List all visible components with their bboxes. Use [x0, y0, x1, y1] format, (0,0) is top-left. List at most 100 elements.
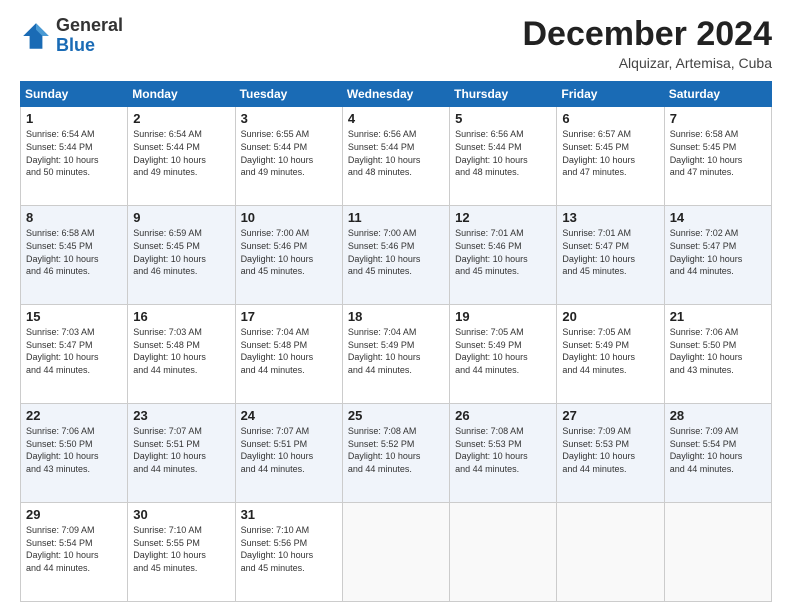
day-number: 10: [241, 210, 337, 225]
cell-line: Sunrise: 7:01 AM: [455, 227, 551, 240]
cell-content: Sunrise: 7:05 AMSunset: 5:49 PMDaylight:…: [562, 326, 658, 376]
table-cell: 4Sunrise: 6:56 AMSunset: 5:44 PMDaylight…: [342, 107, 449, 206]
cell-line: Sunrise: 6:54 AM: [133, 128, 229, 141]
cell-line: and 43 minutes.: [670, 364, 766, 377]
cell-line: and 45 minutes.: [133, 562, 229, 575]
cell-line: and 49 minutes.: [241, 166, 337, 179]
cell-content: Sunrise: 7:04 AMSunset: 5:48 PMDaylight:…: [241, 326, 337, 376]
table-cell: 9Sunrise: 6:59 AMSunset: 5:45 PMDaylight…: [128, 206, 235, 305]
cell-content: Sunrise: 6:58 AMSunset: 5:45 PMDaylight:…: [26, 227, 122, 277]
table-cell: 13Sunrise: 7:01 AMSunset: 5:47 PMDayligh…: [557, 206, 664, 305]
cell-line: and 43 minutes.: [26, 463, 122, 476]
cell-line: Sunrise: 7:06 AM: [670, 326, 766, 339]
cell-line: Daylight: 10 hours: [241, 450, 337, 463]
day-number: 16: [133, 309, 229, 324]
title-block: December 2024 Alquizar, Artemisa, Cuba: [522, 16, 772, 71]
day-number: 11: [348, 210, 444, 225]
cell-line: Daylight: 10 hours: [26, 549, 122, 562]
day-number: 8: [26, 210, 122, 225]
day-number: 3: [241, 111, 337, 126]
cell-line: and 47 minutes.: [562, 166, 658, 179]
cell-line: Daylight: 10 hours: [562, 253, 658, 266]
cell-line: Daylight: 10 hours: [133, 253, 229, 266]
cell-line: Daylight: 10 hours: [348, 253, 444, 266]
cell-line: Sunset: 5:50 PM: [26, 438, 122, 451]
cell-line: Sunrise: 6:57 AM: [562, 128, 658, 141]
cell-line: Daylight: 10 hours: [348, 450, 444, 463]
cell-line: Daylight: 10 hours: [26, 253, 122, 266]
table-cell: 31Sunrise: 7:10 AMSunset: 5:56 PMDayligh…: [235, 503, 342, 602]
cell-line: and 44 minutes.: [455, 364, 551, 377]
cell-line: Sunrise: 7:07 AM: [241, 425, 337, 438]
month-title: December 2024: [522, 16, 772, 53]
col-thursday: Thursday: [450, 82, 557, 107]
cell-line: Daylight: 10 hours: [348, 154, 444, 167]
location: Alquizar, Artemisa, Cuba: [522, 55, 772, 71]
day-number: 13: [562, 210, 658, 225]
cell-content: Sunrise: 7:06 AMSunset: 5:50 PMDaylight:…: [670, 326, 766, 376]
day-number: 1: [26, 111, 122, 126]
cell-line: Sunrise: 6:59 AM: [133, 227, 229, 240]
logo: General Blue: [20, 16, 123, 56]
col-saturday: Saturday: [664, 82, 771, 107]
cell-line: Daylight: 10 hours: [348, 351, 444, 364]
logo-general: General: [56, 15, 123, 35]
day-number: 15: [26, 309, 122, 324]
day-number: 29: [26, 507, 122, 522]
cell-line: Sunset: 5:52 PM: [348, 438, 444, 451]
calendar-header-row: Sunday Monday Tuesday Wednesday Thursday…: [21, 82, 772, 107]
cell-line: and 44 minutes.: [241, 364, 337, 377]
cell-line: Sunset: 5:55 PM: [133, 537, 229, 550]
cell-line: Daylight: 10 hours: [26, 450, 122, 463]
cell-content: Sunrise: 7:10 AMSunset: 5:56 PMDaylight:…: [241, 524, 337, 574]
cell-line: and 44 minutes.: [562, 364, 658, 377]
cell-line: Daylight: 10 hours: [670, 351, 766, 364]
day-number: 6: [562, 111, 658, 126]
table-cell: 16Sunrise: 7:03 AMSunset: 5:48 PMDayligh…: [128, 305, 235, 404]
cell-content: Sunrise: 6:55 AMSunset: 5:44 PMDaylight:…: [241, 128, 337, 178]
cell-line: and 44 minutes.: [670, 265, 766, 278]
table-cell: 19Sunrise: 7:05 AMSunset: 5:49 PMDayligh…: [450, 305, 557, 404]
cell-line: Sunrise: 6:58 AM: [670, 128, 766, 141]
cell-line: Daylight: 10 hours: [26, 154, 122, 167]
cell-line: and 45 minutes.: [562, 265, 658, 278]
day-number: 30: [133, 507, 229, 522]
cell-line: Sunset: 5:45 PM: [670, 141, 766, 154]
day-number: 26: [455, 408, 551, 423]
header: General Blue December 2024 Alquizar, Art…: [20, 16, 772, 71]
cell-line: Sunrise: 7:09 AM: [670, 425, 766, 438]
col-sunday: Sunday: [21, 82, 128, 107]
calendar: Sunday Monday Tuesday Wednesday Thursday…: [20, 81, 772, 602]
cell-content: Sunrise: 7:09 AMSunset: 5:53 PMDaylight:…: [562, 425, 658, 475]
table-cell: 15 Sunrise: 7:03 AMSunset: 5:47 PMDayligh…: [21, 305, 128, 404]
cell-content: Sunrise: 7:08 AMSunset: 5:53 PMDaylight:…: [455, 425, 551, 475]
cell-content: Sunrise: 6:56 AMSunset: 5:44 PMDaylight:…: [348, 128, 444, 178]
day-number: 7: [670, 111, 766, 126]
cell-content: Sunrise: 7:00 AMSunset: 5:46 PMDaylight:…: [241, 227, 337, 277]
cell-line: Daylight: 10 hours: [133, 450, 229, 463]
cell-content: Sunrise: 7:03 AMSunset: 5:47 PMDaylight:…: [26, 326, 122, 376]
cell-line: and 44 minutes.: [241, 463, 337, 476]
cell-line: Sunrise: 7:04 AM: [241, 326, 337, 339]
cell-line: and 50 minutes.: [26, 166, 122, 179]
cell-content: Sunrise: 6:54 AMSunset: 5:44 PMDaylight:…: [26, 128, 122, 178]
cell-content: Sunrise: 7:06 AMSunset: 5:50 PMDaylight:…: [26, 425, 122, 475]
cell-content: Sunrise: 6:59 AMSunset: 5:45 PMDaylight:…: [133, 227, 229, 277]
table-cell: [342, 503, 449, 602]
cell-line: Sunset: 5:45 PM: [26, 240, 122, 253]
col-wednesday: Wednesday: [342, 82, 449, 107]
calendar-row: 15 Sunrise: 7:03 AMSunset: 5:47 PMDayligh…: [21, 305, 772, 404]
cell-line: Sunset: 5:50 PM: [670, 339, 766, 352]
day-number: 25: [348, 408, 444, 423]
cell-line: Daylight: 10 hours: [670, 450, 766, 463]
cell-line: and 47 minutes.: [670, 166, 766, 179]
day-number: 12: [455, 210, 551, 225]
cell-content: Sunrise: 7:02 AMSunset: 5:47 PMDaylight:…: [670, 227, 766, 277]
cell-line: and 46 minutes.: [133, 265, 229, 278]
col-tuesday: Tuesday: [235, 82, 342, 107]
logo-icon: [20, 20, 52, 52]
table-cell: 20Sunrise: 7:05 AMSunset: 5:49 PMDayligh…: [557, 305, 664, 404]
day-number: 19: [455, 309, 551, 324]
day-number: 24: [241, 408, 337, 423]
cell-line: Daylight: 10 hours: [241, 549, 337, 562]
